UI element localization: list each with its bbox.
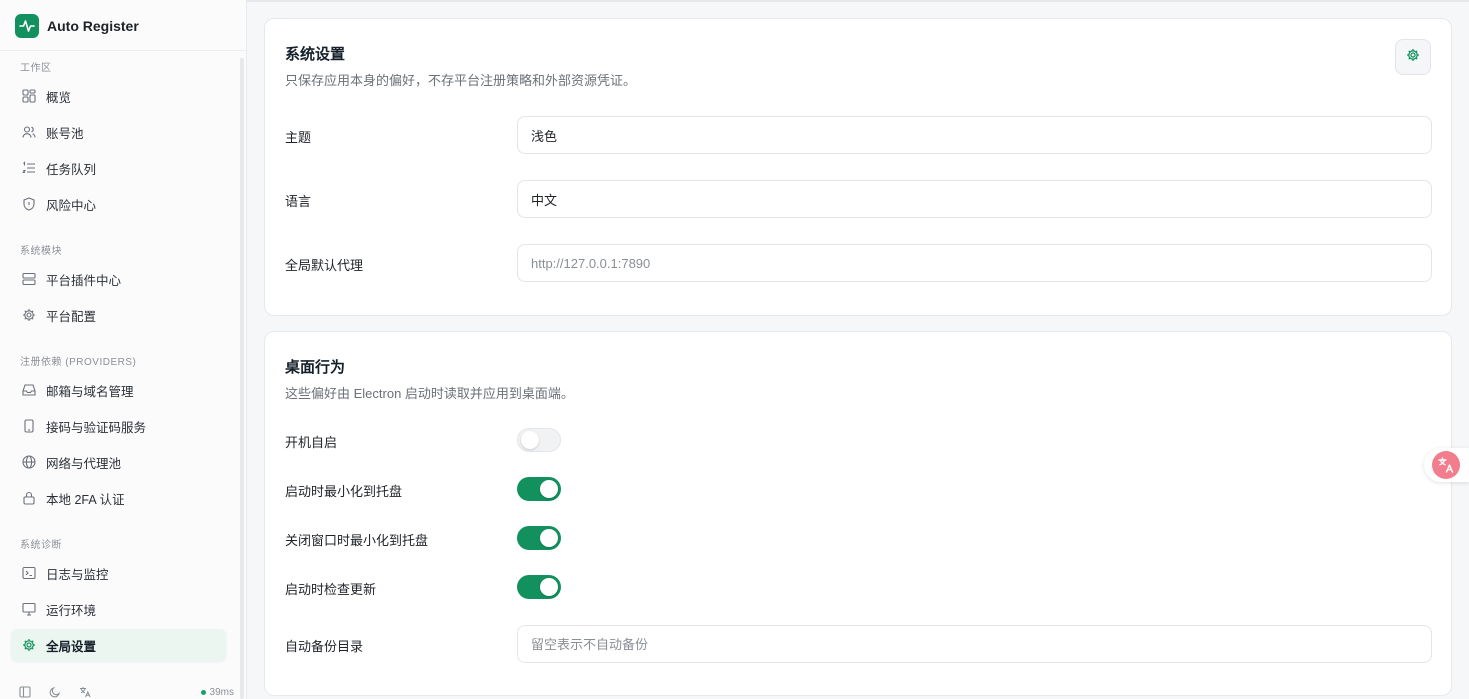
card-title: 桌面行为 — [285, 359, 346, 376]
sidebar-item-local-2fa[interactable]: 本地 2FA 认证 — [11, 482, 226, 514]
proxy-input[interactable] — [517, 244, 1432, 282]
sidebar-item-label: 概览 — [46, 90, 72, 105]
toggle-knob — [521, 431, 539, 449]
dashboard-icon — [22, 89, 36, 103]
minimize-on-start-label: 启动时最小化到托盘 — [285, 484, 403, 499]
sidebar-item-label: 平台插件中心 — [46, 273, 122, 288]
card-description: 只保存应用本身的偏好，不存平台注册策略和外部资源凭证。 — [285, 73, 637, 88]
sidebar-toggle-icon[interactable] — [18, 685, 32, 699]
sidebar-item-task-queue[interactable]: 任务队列 — [11, 152, 226, 184]
sidebar-item-global-settings[interactable]: 全局设置 — [11, 629, 226, 661]
language-label: 语言 — [285, 194, 312, 209]
terminal-icon — [22, 566, 36, 580]
desktop-behavior-card: 桌面行为 这些偏好由 Electron 启动时读取并应用到桌面端。 开机自启 启… — [264, 331, 1452, 696]
latency-text: 39ms — [209, 687, 234, 698]
sidebar-item-label: 本地 2FA 认证 — [46, 492, 125, 507]
phone-icon — [22, 419, 36, 433]
users-icon — [22, 125, 36, 139]
brand[interactable]: Auto Register — [15, 14, 139, 38]
system-settings-card: 系统设置 只保存应用本身的偏好，不存平台注册策略和外部资源凭证。 主题 语言 全… — [264, 18, 1452, 316]
sidebar-item-plugin-center[interactable]: 平台插件中心 — [11, 263, 226, 295]
toggle-knob — [540, 578, 558, 596]
language-field[interactable] — [517, 180, 1432, 218]
card-title: 系统设置 — [285, 46, 346, 63]
lock-icon — [22, 491, 36, 505]
sidebar-item-account-pool[interactable]: 账号池 — [11, 116, 226, 148]
activity-logo-icon — [15, 14, 39, 38]
sidebar-item-sms-captcha[interactable]: 接码与验证码服务 — [11, 410, 226, 442]
gear-icon — [22, 638, 36, 652]
sidebar-item-label: 账号池 — [46, 126, 84, 141]
sidebar-item-logs-monitor[interactable]: 日志与监控 — [11, 557, 226, 589]
monitor-icon — [22, 602, 36, 616]
sidebar-item-label: 全局设置 — [46, 639, 97, 654]
sidebar-item-platform-config[interactable]: 平台配置 — [11, 299, 226, 331]
sidebar-item-overview[interactable]: 概览 — [11, 80, 226, 112]
backup-dir-label: 自动备份目录 — [285, 639, 364, 654]
moon-icon[interactable] — [48, 685, 62, 699]
sidebar-item-network-proxy[interactable]: 网络与代理池 — [11, 446, 226, 478]
sidebar-item-label: 任务队列 — [46, 162, 97, 177]
sidebar: Auto Register 工作区 概览 账号池 任务队列 风险中心 系统模块 … — [0, 0, 247, 699]
list-icon — [22, 161, 36, 175]
gear-icon — [1406, 48, 1420, 67]
sidebar-item-label: 日志与监控 — [46, 567, 109, 582]
sidebar-item-label: 运行环境 — [46, 603, 97, 618]
inbox-icon — [22, 383, 36, 397]
translate-icon — [1432, 451, 1460, 479]
check-updates-toggle[interactable] — [517, 575, 561, 599]
minimize-on-close-label: 关闭窗口时最小化到托盘 — [285, 533, 429, 548]
divider — [0, 50, 246, 51]
sidebar-scrollbar[interactable] — [240, 58, 244, 699]
theme-label: 主题 — [285, 130, 312, 145]
toggle-knob — [540, 529, 558, 547]
sidebar-item-label: 风险中心 — [46, 198, 97, 213]
autostart-label: 开机自启 — [285, 435, 338, 450]
proxy-label: 全局默认代理 — [285, 258, 364, 273]
check-updates-label: 启动时检查更新 — [285, 582, 377, 597]
backup-dir-input[interactable] — [517, 625, 1432, 663]
server-icon — [22, 272, 36, 286]
sidebar-item-runtime-env[interactable]: 运行环境 — [11, 593, 226, 625]
sidebar-footer: 39ms — [0, 684, 246, 699]
sidebar-item-label: 平台配置 — [46, 309, 97, 324]
card-description: 这些偏好由 Electron 启动时读取并应用到桌面端。 — [285, 386, 574, 401]
latency-indicator: 39ms — [200, 687, 234, 698]
minimize-on-start-toggle[interactable] — [517, 477, 561, 501]
top-border — [247, 0, 1469, 2]
section-label-providers: 注册依赖 (PROVIDERS) — [20, 357, 137, 368]
sidebar-item-label: 邮箱与域名管理 — [46, 384, 134, 399]
sidebar-item-label: 接码与验证码服务 — [46, 420, 147, 435]
toggle-knob — [540, 480, 558, 498]
translate-icon[interactable] — [78, 685, 92, 699]
sidebar-item-label: 网络与代理池 — [46, 456, 122, 471]
section-label-diagnostics: 系统诊断 — [20, 540, 62, 551]
shield-icon — [22, 197, 36, 211]
status-dot — [200, 690, 206, 695]
section-label-system-modules: 系统模块 — [20, 246, 62, 257]
globe-icon — [22, 455, 36, 469]
section-label-workspace: 工作区 — [20, 63, 52, 74]
theme-field[interactable] — [517, 116, 1432, 154]
gear-icon — [22, 308, 36, 322]
sidebar-item-risk-center[interactable]: 风险中心 — [11, 188, 226, 220]
autostart-toggle[interactable] — [517, 428, 561, 452]
settings-button[interactable] — [1395, 39, 1431, 75]
sidebar-item-email-domains[interactable]: 邮箱与域名管理 — [11, 374, 226, 406]
minimize-on-close-toggle[interactable] — [517, 526, 561, 550]
app-title: Auto Register — [47, 18, 139, 34]
translate-widget[interactable] — [1424, 448, 1469, 482]
